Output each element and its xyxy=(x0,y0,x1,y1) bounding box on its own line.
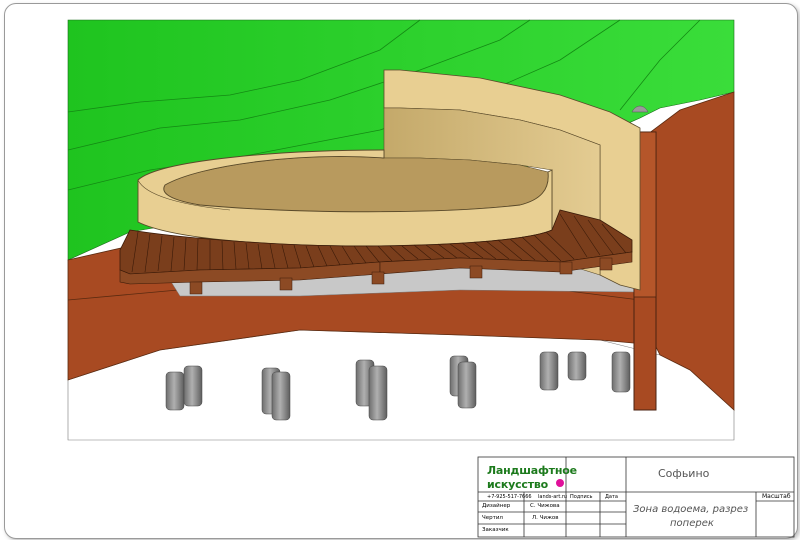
sheet-title-line1: Зона водоема, разрез xyxy=(633,504,749,515)
project-name: Софьино xyxy=(658,467,710,480)
column-date: Дата xyxy=(605,494,618,500)
company-name-line1: Ландшафтное xyxy=(487,464,577,477)
role-drafter: Чертил xyxy=(482,515,503,521)
role-designer: Дизайнер xyxy=(482,503,511,509)
column-signature: Подпись xyxy=(570,494,593,500)
section-drawing xyxy=(67,19,795,538)
sheet-title-line2: поперек xyxy=(670,518,714,529)
company-name-line2: искусство xyxy=(487,478,548,491)
company-site: lands-art.ru xyxy=(538,494,568,500)
person-designer: С. Чижова xyxy=(530,503,560,509)
company-logo: Ландшафтное искусство xyxy=(487,462,577,492)
company-phone: +7-925-517-7666 xyxy=(487,494,532,500)
role-client: Заказчик xyxy=(482,527,509,533)
logo-dot-icon xyxy=(556,479,564,487)
column-scale: Масштаб xyxy=(762,493,791,500)
person-drafter: Л. Чижов xyxy=(532,515,559,521)
